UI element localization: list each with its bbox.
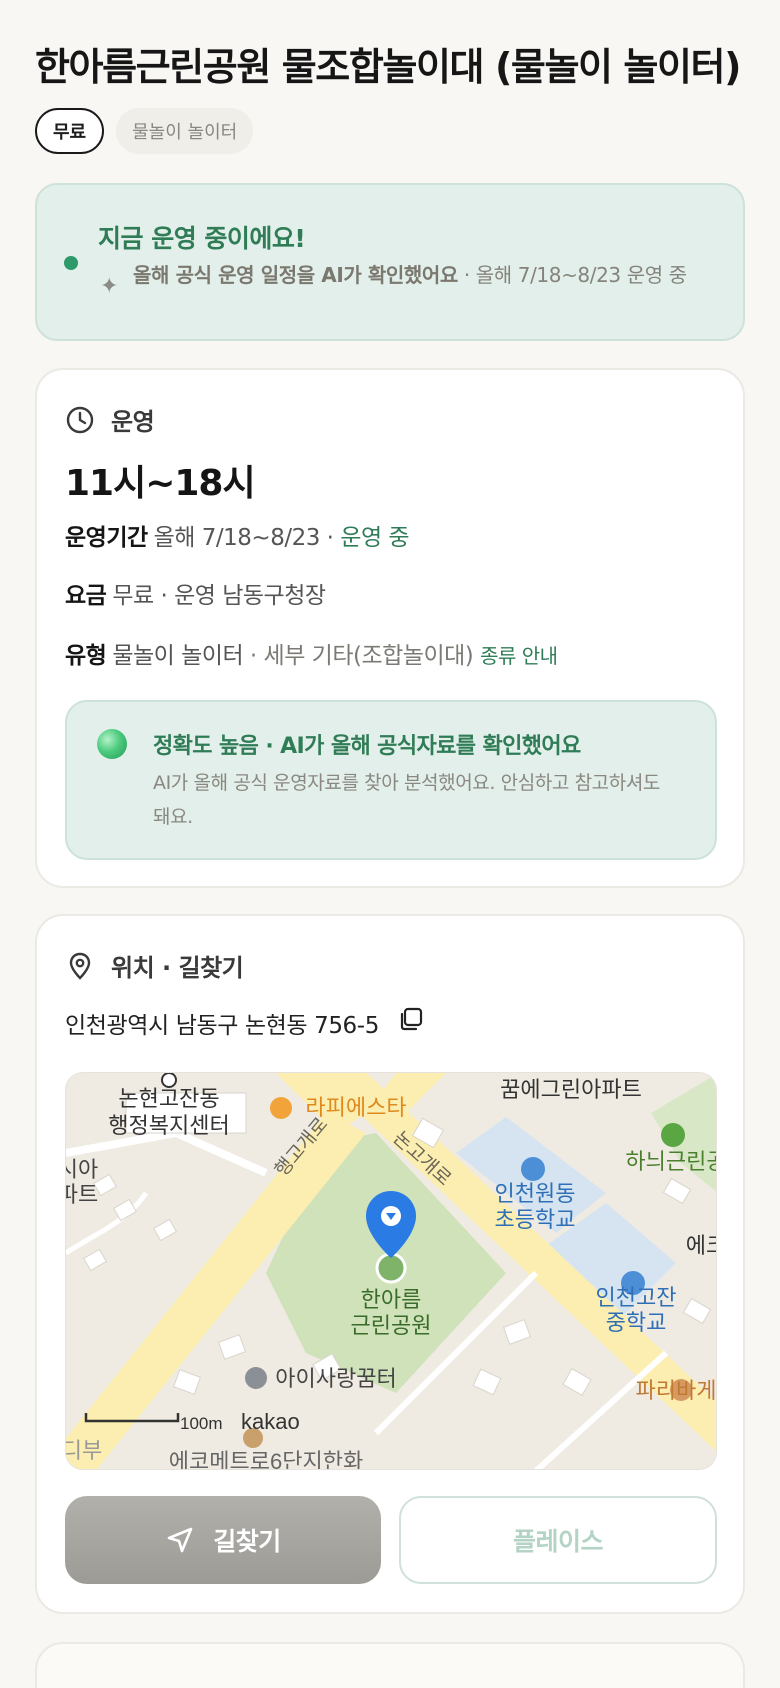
- directions-button[interactable]: 길찾기: [65, 1496, 381, 1584]
- place-button-label: 플레이스: [512, 1527, 604, 1556]
- navigation-arrow-icon: [167, 1527, 193, 1553]
- location-header: 위치 · 길찾기: [65, 948, 244, 983]
- accuracy-title: 정확도 높음 · AI가 올해 공식자료를 확인했어요: [153, 734, 581, 759]
- park-poi-icon: [661, 1123, 685, 1147]
- map-label-school1-1: 인천원동: [495, 1181, 576, 1206]
- map-view[interactable]: 논현고잔동 행정복지센터 라피에스타 꿈에그린아파트 하늬근린공 인천원동 초등…: [65, 1072, 717, 1470]
- svg-text:100m: 100m: [180, 1414, 223, 1433]
- map-label-park-main-2: 근린공원: [351, 1313, 432, 1338]
- status-ai-note: 올해 공식 운영 일정을 AI가 확인했어요 · 올해 7/18~8/23 운영…: [133, 263, 687, 287]
- map-label-school1-2: 초등학교: [495, 1207, 576, 1232]
- type-row: 유형 물놀이 놀이터 · 세부 기타(조합놀이대) 종류 안내: [65, 643, 558, 669]
- map-label-office-2: 행정복지센터: [108, 1113, 229, 1138]
- map-label-apt-left-1: 시아: [66, 1157, 98, 1182]
- tag-free[interactable]: 무료: [35, 108, 105, 154]
- copy-icon[interactable]: [397, 1005, 425, 1033]
- directions-button-label: 길찾기: [213, 1527, 281, 1556]
- address-text: 인천광역시 남동구 논현동 756-5: [65, 1013, 379, 1039]
- map-label-left-bottom: 디부: [66, 1438, 102, 1463]
- map-brand-logo: kakao: [241, 1409, 300, 1434]
- map-label-park-right: 하늬근린공: [625, 1149, 717, 1174]
- tag-list: 무료 물놀이 놀이터: [35, 108, 254, 154]
- accuracy-orb-icon: [97, 729, 127, 759]
- location-label: 위치 · 길찾기: [111, 954, 244, 982]
- map-label-school2-2: 중학교: [606, 1310, 667, 1335]
- period-status: 운영 중: [340, 525, 410, 551]
- map-label-cafe: 라피에스타: [305, 1095, 406, 1120]
- map-label-school2-1: 인천고잔: [596, 1285, 677, 1310]
- cafe-poi-icon: [270, 1097, 292, 1119]
- type-guide-link[interactable]: 종류 안내: [480, 644, 558, 668]
- map-label-park-main-1: 한아름: [361, 1287, 422, 1312]
- accuracy-description: AI가 올해 공식 운영자료를 찾아 분석했어요. 안심하고 참고하셔도 돼요.: [153, 772, 660, 828]
- clock-icon: [66, 406, 94, 433]
- operating-hours: 11시~18시: [65, 463, 256, 504]
- address-row: 인천광역시 남동구 논현동 756-5: [65, 1006, 425, 1040]
- sparkle-icon: ✦: [100, 274, 119, 299]
- tag-category[interactable]: 물놀이 놀이터: [116, 108, 254, 154]
- place-button[interactable]: 플레이스: [399, 1496, 717, 1584]
- map-label-ek: 에크: [686, 1233, 717, 1258]
- operation-header: 운영: [65, 402, 155, 437]
- map-label-apt-left-2: 파트: [66, 1182, 98, 1207]
- status-title: 지금 운영 중이에요!: [98, 224, 306, 253]
- fee-row: 요금 무료 · 운영 남동구청장: [65, 583, 326, 609]
- map-label-office-1: 논현고잔동: [118, 1086, 219, 1111]
- page-title: 한아름근린공원 물조합놀이대 (물놀이 놀이터): [35, 45, 741, 89]
- school-poi-icon: [521, 1157, 545, 1181]
- map-label-kids: 아이사랑꿈터: [275, 1366, 396, 1391]
- building-poi-icon: [245, 1367, 267, 1389]
- operation-label: 운영: [111, 408, 155, 436]
- status-banner: 지금 운영 중이에요! ✦ 올해 공식 운영 일정을 AI가 확인했어요 · 올…: [35, 183, 745, 341]
- next-card: [35, 1642, 745, 1688]
- accuracy-panel: 정확도 높음 · AI가 올해 공식자료를 확인했어요 AI가 올해 공식 운영…: [65, 700, 717, 860]
- map-label-apt-top: 꿈에그린아파트: [500, 1077, 642, 1102]
- location-pin-icon: [69, 952, 91, 980]
- map-label-apt-bottom: 에코메트로6단지한화: [169, 1449, 363, 1470]
- period-row: 운영기간 올해 7/18~8/23 · 운영 중: [65, 525, 410, 551]
- operation-card: 운영 11시~18시 운영기간 올해 7/18~8/23 · 운영 중 요금 무료 …: [35, 368, 745, 888]
- map-label-bakery: 파리바게: [636, 1378, 717, 1403]
- status-dot-icon: [64, 256, 78, 270]
- location-card: 위치 · 길찾기 인천광역시 남동구 논현동 756-5 논현고잔동 행정복지센…: [35, 914, 745, 1614]
